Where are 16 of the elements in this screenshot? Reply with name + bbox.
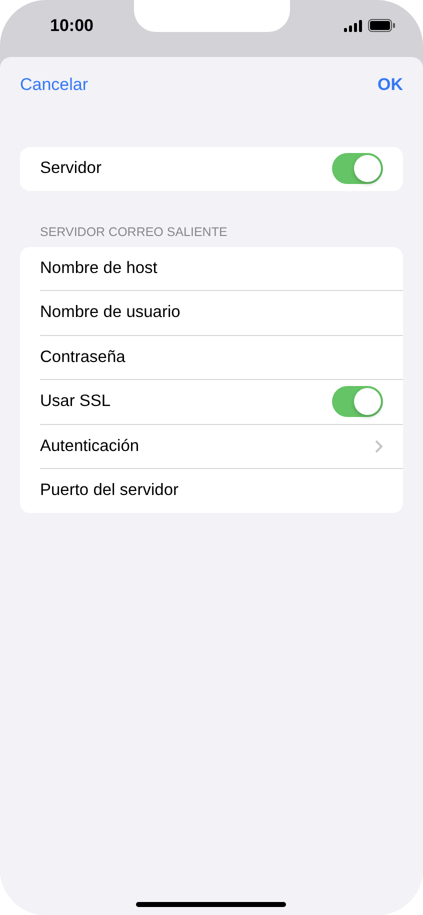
- setting-label: Usar SSL: [40, 392, 111, 412]
- ok-button[interactable]: OK: [378, 75, 403, 95]
- setting-label: Puerto del servidor: [40, 481, 178, 500]
- setting-label: Contraseña: [40, 348, 126, 367]
- section-header: SERVIDOR CORREO SALIENTE: [40, 224, 228, 238]
- toggle-switch[interactable]: [332, 386, 383, 418]
- setting-label: Servidor: [40, 159, 102, 178]
- chevron-right-icon: [375, 440, 383, 453]
- setting-label: Autenticación: [40, 436, 140, 456]
- cancel-button[interactable]: Cancelar: [20, 75, 88, 95]
- battery-icon: [368, 19, 395, 32]
- toggle-switch[interactable]: [332, 153, 383, 184]
- status-time: 10:00: [50, 16, 94, 36]
- setting-label: Nombre de host: [40, 258, 158, 278]
- setting-label: Nombre de usuario: [40, 303, 180, 322]
- signal-icon: [344, 20, 362, 32]
